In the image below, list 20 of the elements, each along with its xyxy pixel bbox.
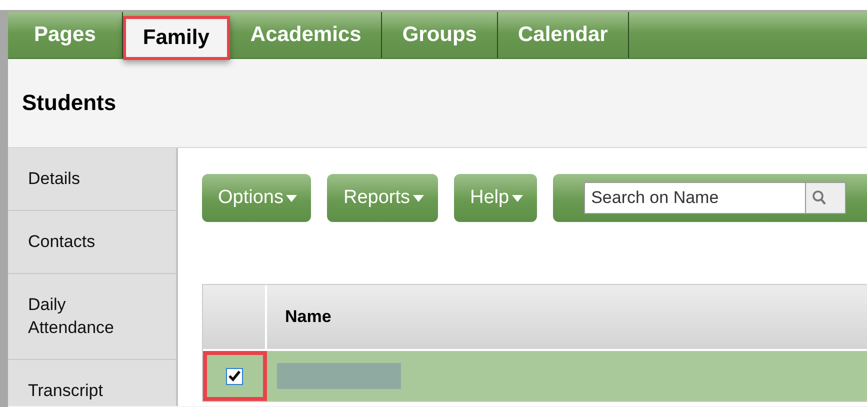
caret-icon	[512, 194, 524, 202]
nav-tab[interactable]: Academics	[230, 12, 382, 58]
nav-tab[interactable]: Calendar	[498, 12, 629, 58]
sidebar-item[interactable]: Transcript	[8, 360, 176, 407]
nav-tab[interactable]: Groups	[382, 12, 498, 58]
checkbox[interactable]	[226, 368, 242, 384]
sidebar-item[interactable]: Daily Attendance	[8, 274, 176, 360]
column-header: Name	[284, 306, 332, 328]
caret-icon	[413, 194, 424, 202]
dropdown-button[interactable]: Reports	[327, 174, 438, 222]
sidebar-item[interactable]: Details	[8, 148, 176, 211]
dropdown-button[interactable]: Options	[202, 174, 312, 222]
search-button[interactable]	[806, 182, 846, 214]
dropdown-button[interactable]: Help	[454, 174, 538, 222]
search-field[interactable]: Search on Name	[584, 182, 806, 214]
caret-icon	[286, 194, 298, 202]
nav-tab[interactable]: Family	[122, 16, 230, 60]
page-title: Students	[22, 90, 116, 116]
search-icon	[812, 190, 826, 206]
sidebar-item[interactable]: Contacts	[8, 211, 176, 274]
